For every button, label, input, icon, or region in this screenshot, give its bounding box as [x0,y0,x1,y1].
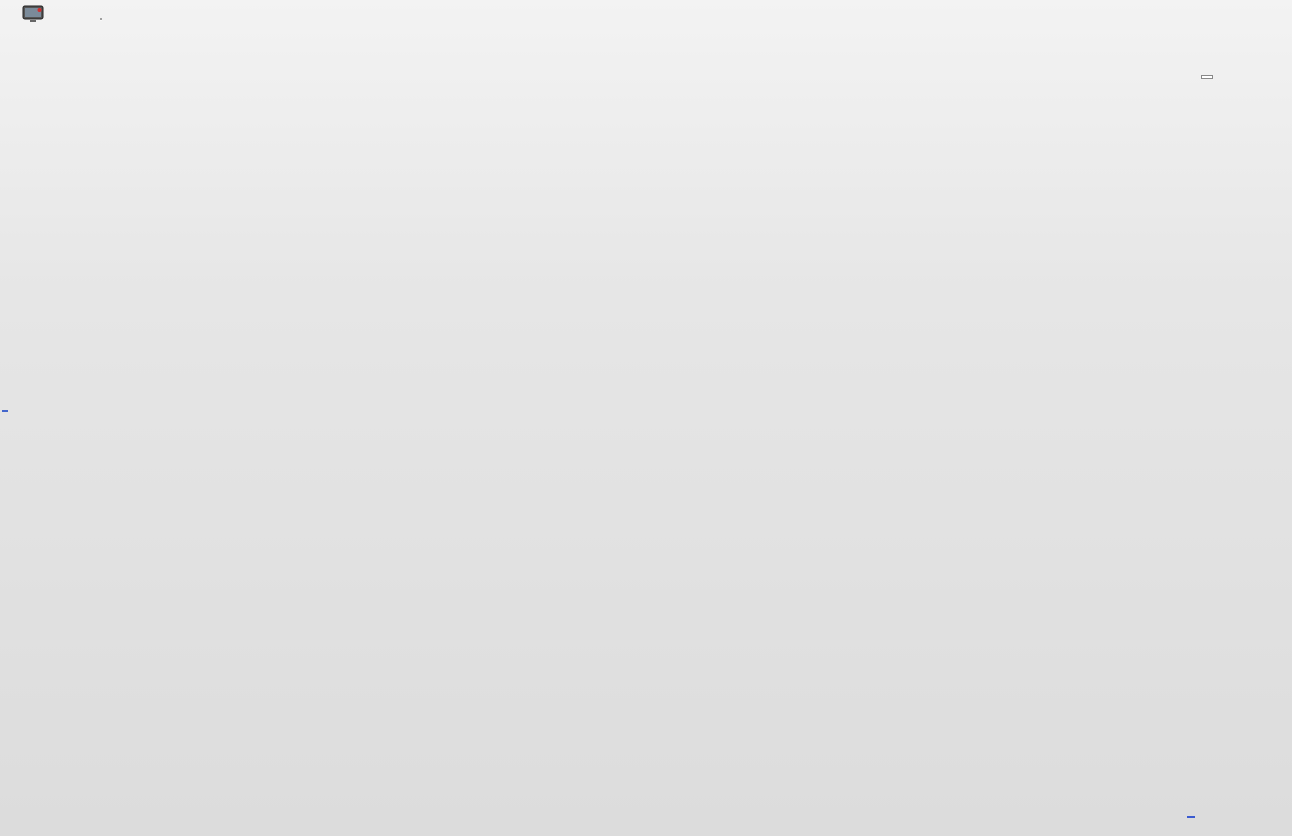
capture-button[interactable] [6,4,60,26]
capture-icon [6,4,60,26]
measurement-tab-bar [100,18,102,20]
toolbar [0,0,1292,52]
waterfall-plot-canvas[interactable] [0,0,1292,836]
